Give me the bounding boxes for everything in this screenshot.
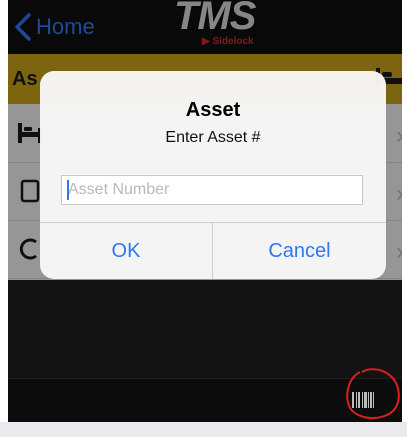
- ok-button[interactable]: OK: [40, 223, 212, 279]
- text-caret: [67, 180, 69, 200]
- alert-title: Asset: [185, 99, 241, 121]
- asset-number-input[interactable]: [61, 175, 363, 205]
- alert-message: Enter Asset #: [165, 129, 261, 146]
- asset-alert-dialog: Asset Enter Asset # OK Cancel: [40, 71, 386, 279]
- footer-strip: [0, 422, 407, 437]
- annotation-circle: [346, 368, 400, 419]
- cancel-button[interactable]: Cancel: [213, 223, 386, 279]
